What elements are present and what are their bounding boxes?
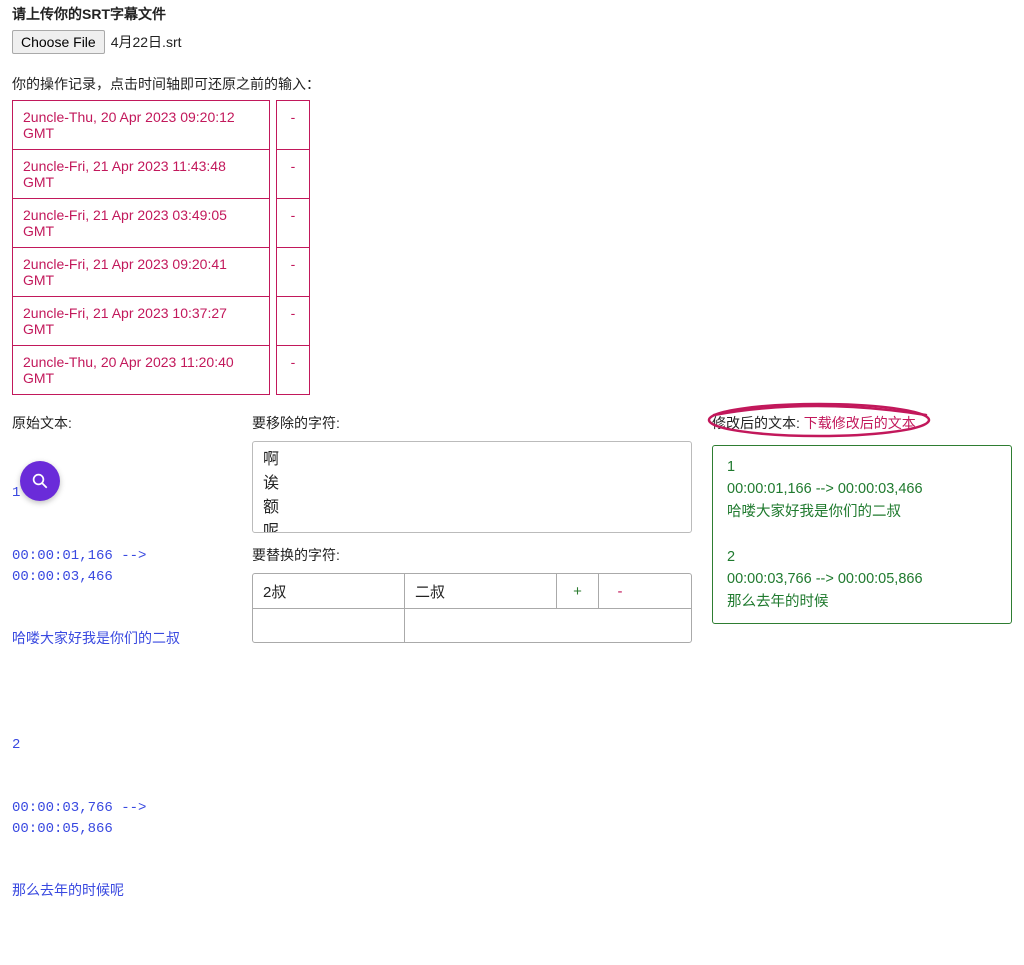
history-item[interactable]: 2uncle-Fri, 21 Apr 2023 10:37:27 GMT	[12, 296, 270, 346]
remove-chars-label: 要移除的字符:	[252, 413, 692, 433]
result-text-box: 1 00:00:01,166 --> 00:00:03,466 哈喽大家好我是你…	[712, 445, 1012, 624]
download-result-link[interactable]: 下载修改后的文本	[804, 415, 916, 431]
search-fab-button[interactable]	[20, 461, 60, 501]
history-list: 2uncle-Thu, 20 Apr 2023 09:20:12 GMT - 2…	[12, 100, 1012, 395]
history-item[interactable]: 2uncle-Thu, 20 Apr 2023 09:20:12 GMT	[12, 100, 270, 150]
history-item[interactable]: 2uncle-Fri, 21 Apr 2023 09:20:41 GMT	[12, 247, 270, 297]
original-text-label: 原始文本:	[12, 413, 232, 433]
orig-time: 00:00:03,766 --> 00:00:05,866	[12, 798, 232, 840]
replace-target-input[interactable]: 二叔	[405, 574, 557, 608]
history-delete-button[interactable]: -	[276, 100, 310, 150]
history-delete-button[interactable]: -	[276, 345, 310, 395]
file-upload-row: Choose File 4月22日.srt	[12, 30, 1012, 54]
replace-table: 2叔 二叔 + -	[252, 573, 692, 643]
history-delete-button[interactable]: -	[276, 198, 310, 248]
replace-source-input[interactable]: 2叔	[253, 574, 405, 608]
choose-file-button[interactable]: Choose File	[12, 30, 105, 54]
selected-filename: 4月22日.srt	[111, 32, 182, 52]
history-delete-button[interactable]: -	[276, 247, 310, 297]
history-item[interactable]: 2uncle-Fri, 21 Apr 2023 03:49:05 GMT	[12, 198, 270, 248]
replace-target-input[interactable]	[405, 608, 691, 642]
remove-char-item: 诶	[263, 472, 681, 496]
history-delete-button[interactable]: -	[276, 149, 310, 199]
remove-char-item: 额	[263, 496, 681, 520]
orig-index: 2	[12, 735, 232, 756]
search-icon	[31, 472, 49, 490]
history-delete-button[interactable]: -	[276, 296, 310, 346]
history-label: 你的操作记录，点击时间轴即可还原之前的输入：	[12, 74, 1012, 94]
remove-chars-input[interactable]: 啊 诶 额 呢	[252, 441, 692, 533]
original-text-block: 1 00:00:01,166 --> 00:00:03,466 哈喽大家好我是你…	[12, 441, 232, 945]
replace-add-button[interactable]: +	[557, 574, 599, 608]
orig-body: 那么去年的时候呢	[12, 882, 232, 903]
orig-time: 00:00:01,166 --> 00:00:03,466	[12, 546, 232, 588]
upload-header: 请上传你的SRT字幕文件	[12, 4, 1012, 24]
replace-remove-button[interactable]: -	[599, 574, 641, 608]
remove-char-item: 啊	[263, 448, 681, 472]
replace-chars-label: 要替换的字符:	[252, 545, 692, 565]
result-label: 修改后的文本:	[712, 415, 804, 431]
orig-body: 哈喽大家好我是你们的二叔	[12, 630, 232, 651]
replace-source-input[interactable]	[253, 608, 405, 642]
history-item[interactable]: 2uncle-Fri, 21 Apr 2023 11:43:48 GMT	[12, 149, 270, 199]
history-item[interactable]: 2uncle-Thu, 20 Apr 2023 11:20:40 GMT	[12, 345, 270, 395]
remove-char-item: 呢	[263, 520, 681, 533]
